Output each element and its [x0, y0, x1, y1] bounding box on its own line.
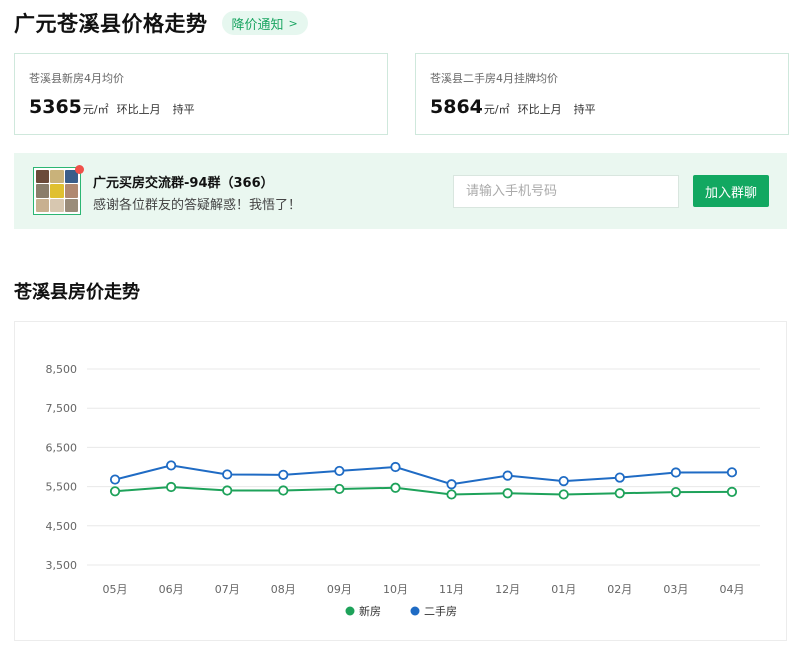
price-drop-notify-button[interactable]: 降价通知 >	[221, 11, 308, 35]
data-point	[278, 469, 289, 480]
legend-label: 新房	[359, 604, 381, 618]
data-point	[109, 474, 121, 485]
x-tick-label: 01月	[551, 583, 576, 596]
data-point	[390, 461, 401, 473]
avatar-tile	[36, 184, 50, 198]
data-point	[166, 481, 177, 493]
notify-label: 降价通知	[231, 17, 284, 33]
data-point	[334, 465, 345, 477]
x-tick-label: 05月	[103, 583, 128, 596]
card-compare-value: 持平	[172, 103, 195, 116]
data-point	[390, 482, 401, 493]
card-label: 苍溪县二手房4月挂牌均价	[430, 72, 558, 85]
y-tick-label: 7,500	[46, 402, 78, 415]
data-point	[726, 486, 738, 497]
card-compare-label: 环比上月	[116, 103, 161, 116]
x-tick-label: 08月	[271, 583, 296, 596]
x-tick-label: 11月	[439, 583, 464, 596]
data-point	[109, 486, 121, 497]
avatar-tile	[64, 184, 78, 198]
chevron-right-icon: >	[288, 16, 298, 30]
data-point	[502, 488, 513, 499]
card-price-value: 5864	[430, 96, 483, 118]
x-tick-label: 12月	[495, 583, 520, 596]
data-point	[726, 467, 738, 478]
unread-dot-icon	[75, 165, 84, 174]
section-title: 苍溪县房价走势	[14, 282, 140, 303]
series-line-new-house	[114, 485, 732, 496]
data-point	[222, 485, 233, 496]
group-name: 广元买房交流群-94群（366）	[93, 176, 274, 191]
data-point	[446, 479, 457, 490]
data-point	[278, 485, 289, 496]
data-point	[502, 470, 513, 481]
new-house-price-card: 苍溪县新房4月均价 5365 元/㎡ 环比上月 持平	[14, 53, 388, 135]
page-title: 广元苍溪县价格走势	[14, 12, 208, 36]
avatar-tile	[36, 170, 50, 184]
data-point	[614, 472, 625, 483]
data-point	[166, 460, 177, 471]
y-tick-label: 4,500	[46, 520, 78, 533]
data-point	[558, 489, 569, 500]
card-compare-value: 持平	[573, 103, 596, 116]
group-description: 感谢各位群友的答疑解惑！我悟了！	[93, 198, 302, 213]
card-price-value: 5365	[29, 96, 82, 118]
join-group-button[interactable]: 加入群聊	[693, 175, 769, 207]
card-label: 苍溪县新房4月均价	[29, 72, 124, 85]
second-hand-price-card: 苍溪县二手房4月挂牌均价 5864 元/㎡ 环比上月 持平	[415, 53, 789, 135]
series-line-second-hand	[114, 464, 732, 486]
data-point	[614, 488, 625, 499]
y-tick-label: 8,500	[46, 363, 78, 376]
price-trend-chart: 8,500 7,500 6,500 5,500 4,500 3,500 05月 06月 07月 0…	[14, 321, 787, 641]
phone-input[interactable]	[453, 175, 679, 208]
avatar-tile	[64, 198, 78, 212]
y-tick-label: 5,500	[46, 481, 78, 494]
x-tick-label: 06月	[159, 583, 184, 596]
data-point	[670, 486, 681, 498]
avatar-tile	[36, 198, 50, 212]
card-price-unit: 元/㎡	[483, 103, 510, 116]
y-tick-label: 6,500	[46, 441, 78, 454]
x-tick-label: 02月	[607, 583, 632, 596]
legend-marker	[345, 606, 355, 616]
legend-label: 二手房	[424, 604, 457, 618]
y-tick-label: 3,500	[46, 559, 78, 572]
data-point	[222, 469, 233, 480]
avatar-tile	[50, 198, 64, 212]
group-chat-banner: 广元买房交流群-94群（366） 感谢各位群友的答疑解惑！我悟了！ 加入群聊	[14, 153, 787, 229]
line-chart: 8,500 7,500 6,500 5,500 4,500 3,500 05月 06月 07月 0…	[46, 363, 760, 618]
group-avatar	[33, 167, 81, 215]
x-tick-label: 10月	[383, 583, 408, 596]
avatar-tile	[50, 184, 64, 198]
card-price-unit: 元/㎡	[82, 103, 109, 116]
data-point	[670, 467, 681, 478]
page-header: 广元苍溪县价格走势 降价通知 >	[14, 8, 308, 38]
x-tick-label: 03月	[663, 583, 688, 596]
x-tick-label: 07月	[215, 583, 240, 596]
legend-marker	[410, 606, 420, 616]
data-point	[558, 476, 569, 487]
data-point	[334, 483, 345, 495]
card-compare-label: 环比上月	[517, 103, 562, 116]
x-tick-label: 09月	[327, 583, 352, 596]
data-point	[446, 489, 457, 500]
avatar-tile	[50, 170, 64, 184]
x-tick-label: 04月	[719, 583, 744, 596]
